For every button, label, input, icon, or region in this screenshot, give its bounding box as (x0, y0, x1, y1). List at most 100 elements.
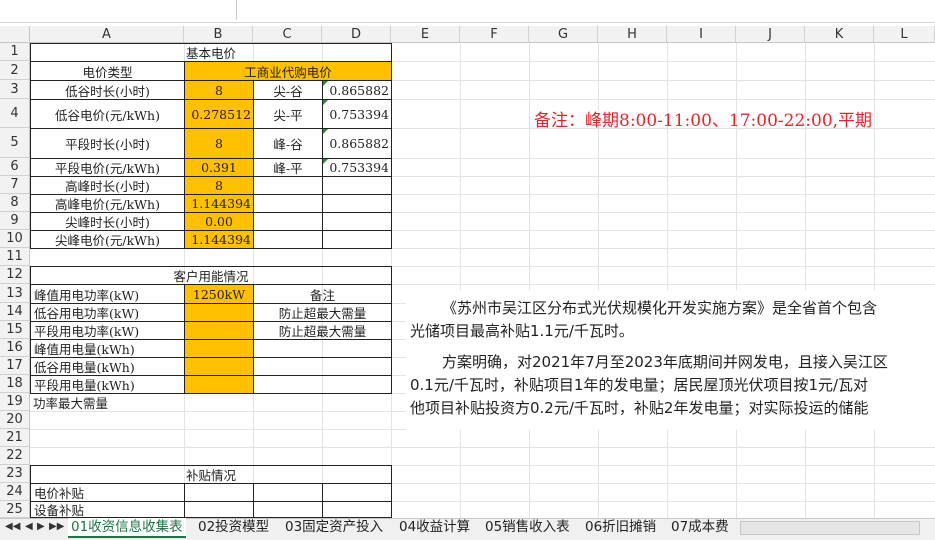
cell-b8[interactable]: 1.144394 (184, 194, 254, 213)
cell-c4[interactable]: 尖-平 (253, 99, 323, 129)
cell-d24[interactable] (322, 483, 392, 502)
column-header-a[interactable]: A (30, 26, 184, 43)
cell-a23[interactable]: 补贴情况 (30, 465, 392, 484)
comment-indicator[interactable] (323, 81, 328, 86)
tab-06[interactable]: 06折旧摊销 (582, 518, 659, 538)
cell-b13[interactable]: 1250kW (184, 284, 254, 304)
cell-c13[interactable]: 备注 (253, 284, 392, 304)
cell-d7[interactable] (322, 176, 392, 195)
row-header-23[interactable]: 23 (0, 465, 30, 483)
next-sheet-icon[interactable]: ▶ (37, 521, 45, 532)
cell-a14[interactable]: 低谷用电功率(kW) (30, 303, 185, 322)
cell-b14[interactable] (184, 303, 254, 322)
cell-a8[interactable]: 高峰电价(元/kWh) (30, 194, 185, 213)
cell-d4[interactable]: 0.753394 (322, 99, 392, 129)
column-header-f[interactable]: F (460, 26, 529, 43)
cell-c24[interactable] (253, 483, 323, 502)
cell-d5[interactable]: 0.865882 (322, 128, 392, 159)
cell-c18[interactable] (253, 375, 392, 394)
cell-b15[interactable] (184, 321, 254, 340)
column-header-d[interactable]: D (322, 26, 391, 43)
formula-input[interactable] (240, 0, 935, 20)
cell-a13[interactable]: 峰值用电功率(kW) (30, 284, 185, 304)
cell-a3[interactable]: 低谷时长(小时) (30, 80, 185, 100)
row-header-5[interactable]: 5 (0, 128, 30, 158)
cell-c25[interactable] (253, 501, 323, 518)
cell-a9[interactable]: 尖峰时长(小时) (30, 212, 185, 231)
tab-02[interactable]: 02投资模型 (195, 518, 272, 538)
tab-07[interactable]: 07成本费 (668, 518, 732, 538)
cell-a15[interactable]: 平段用电功率(kW) (30, 321, 185, 340)
cell-b7[interactable]: 8 (184, 176, 254, 195)
cell-d25[interactable] (322, 501, 392, 518)
cell-c8[interactable] (253, 194, 323, 213)
cell-a2[interactable]: 电价类型 (30, 61, 185, 81)
name-box[interactable] (0, 0, 237, 20)
tab-04[interactable]: 04收益计算 (396, 518, 473, 538)
comment-indicator[interactable] (323, 100, 328, 105)
cell-c14[interactable]: 防止超最大需量 (253, 303, 392, 322)
tab-03[interactable]: 03固定资产投入 (282, 518, 386, 538)
row-header-7[interactable]: 7 (0, 176, 30, 194)
cell-c9[interactable] (253, 212, 323, 231)
cell-a4[interactable]: 低谷电价(元/kWh) (30, 99, 185, 129)
row-header-9[interactable]: 9 (0, 212, 30, 230)
row-header-1[interactable]: 1 (0, 43, 30, 61)
row-header-13[interactable]: 13 (0, 284, 30, 303)
cell-c7[interactable] (253, 176, 323, 195)
cell-d3[interactable]: 0.865882 (322, 80, 392, 100)
cell-d8[interactable] (322, 194, 392, 213)
row-header-6[interactable]: 6 (0, 158, 30, 176)
cell-c17[interactable] (253, 357, 392, 376)
row-header-11[interactable]: 11 (0, 248, 30, 266)
comment-indicator[interactable] (323, 129, 328, 134)
cell-a24[interactable]: 电价补贴 (30, 483, 185, 502)
cell-b5[interactable]: 8 (184, 128, 254, 159)
cell-a1[interactable]: 基本电价 (30, 43, 392, 62)
cell-b17[interactable] (184, 357, 254, 376)
column-header-j[interactable]: J (736, 26, 805, 43)
row-header-19[interactable]: 19 (0, 393, 30, 411)
cell-d10[interactable] (322, 230, 392, 249)
row-header-3[interactable]: 3 (0, 80, 30, 99)
cell-b24[interactable] (184, 483, 254, 502)
cell-b4[interactable]: 0.278512 (184, 99, 254, 129)
column-header-c[interactable]: C (253, 26, 322, 43)
cell-a17[interactable]: 低谷用电量(kWh) (30, 357, 185, 376)
column-header-e[interactable]: E (391, 26, 460, 43)
cell-a10[interactable]: 尖峰电价(元/kWh) (30, 230, 185, 249)
row-header-20[interactable]: 20 (0, 411, 30, 429)
cell-a6[interactable]: 平段电价(元/kWh) (30, 158, 185, 177)
cell-c6[interactable]: 峰-平 (253, 158, 323, 177)
row-header-14[interactable]: 14 (0, 303, 30, 321)
cell-c15[interactable]: 防止超最大需量 (253, 321, 392, 340)
cell-d6[interactable]: 0.753394 (322, 158, 392, 177)
row-header-15[interactable]: 15 (0, 321, 30, 339)
row-header-8[interactable]: 8 (0, 194, 30, 212)
row-header-4[interactable]: 4 (0, 99, 30, 128)
cell-b16[interactable] (184, 339, 254, 358)
cell-b25[interactable] (184, 501, 254, 518)
cell-b2[interactable]: 工商业代购电价 (184, 61, 392, 81)
tab-01[interactable]: 01收资信息收集表 (68, 518, 186, 538)
row-header-22[interactable]: 22 (0, 447, 30, 465)
tab-05[interactable]: 05销售收入表 (482, 518, 573, 538)
cell-a18[interactable]: 平段用电量(kWh) (30, 375, 185, 394)
row-header-2[interactable]: 2 (0, 61, 30, 80)
cell-b6[interactable]: 0.391 (184, 158, 254, 177)
prev-sheet-icon[interactable]: ◀ (25, 521, 33, 532)
cell-c10[interactable] (253, 230, 323, 249)
cell-c5[interactable]: 峰-谷 (253, 128, 323, 159)
row-header-21[interactable]: 21 (0, 429, 30, 447)
first-sheet-icon[interactable]: ◀◀ (5, 521, 20, 532)
cell-b10[interactable]: 1.144394 (184, 230, 254, 249)
row-header-17[interactable]: 17 (0, 357, 30, 375)
column-header-b[interactable]: B (184, 26, 253, 43)
row-header-25[interactable]: 25 (0, 501, 30, 518)
cell-d9[interactable] (322, 212, 392, 231)
cell-a5[interactable]: 平段时长(小时) (30, 128, 185, 159)
cell-b9[interactable]: 0.00 (184, 212, 254, 231)
cell-a7[interactable]: 高峰时长(小时) (30, 176, 185, 195)
cell-a19[interactable]: 功率最大需量 (30, 393, 185, 411)
row-header-18[interactable]: 18 (0, 375, 30, 393)
